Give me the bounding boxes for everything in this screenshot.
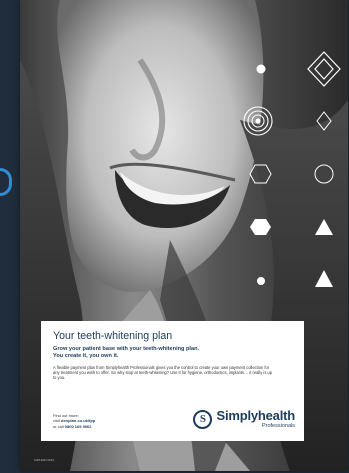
visit-prefix: visit [53, 418, 61, 424]
small-circle-dot-icon [257, 277, 265, 285]
hexagon-icon [250, 219, 271, 235]
card-subtitle-line1: Grow your patient base with your teeth-w… [53, 346, 200, 352]
triangle-icon [315, 219, 333, 235]
info-card: Your teeth-whitening plan Grow your pati… [41, 321, 304, 441]
call-prefix: or call [53, 423, 65, 429]
circle-outline-icon [314, 164, 334, 184]
partial-c-glyph-icon [0, 168, 12, 196]
contact-block: Find out more: visit denplan.co.uk/fpp o… [53, 413, 95, 429]
simplyhealth-mark-icon: S [193, 409, 213, 429]
hexagon-outline-icon [249, 164, 272, 184]
mark-glyph: S [199, 412, 207, 425]
triangle-icon-lower [315, 270, 333, 287]
concentric-circles-icon [243, 106, 273, 136]
card-title: Your teeth-whitening plan [53, 330, 173, 342]
poster: Your teeth-whitening plan Grow your pati… [20, 0, 348, 471]
small-diamond-icon [316, 111, 332, 131]
brand-subtitle: Professionals [261, 423, 295, 429]
card-subtitle-line2: You create it, you own it. [53, 353, 119, 359]
card-body-text: A flexible payment plan from Simplyhealt… [53, 365, 273, 381]
phone-number[interactable]: 0800 169 9962 [65, 424, 92, 429]
diamond-outline-icon [307, 51, 341, 87]
brand-name: Simplyhealth [216, 408, 295, 423]
brand-text: Simplyhealth Professionals [216, 409, 295, 429]
circle-dot-icon [256, 64, 266, 74]
simplyhealth-logo: S Simplyhealth Professionals [193, 409, 295, 429]
reference-code: SHPL2843 10/19 [34, 459, 54, 462]
website-link[interactable]: denplan.co.uk/fpp [61, 418, 95, 423]
call-line: or call 0800 169 9962 [53, 424, 95, 429]
